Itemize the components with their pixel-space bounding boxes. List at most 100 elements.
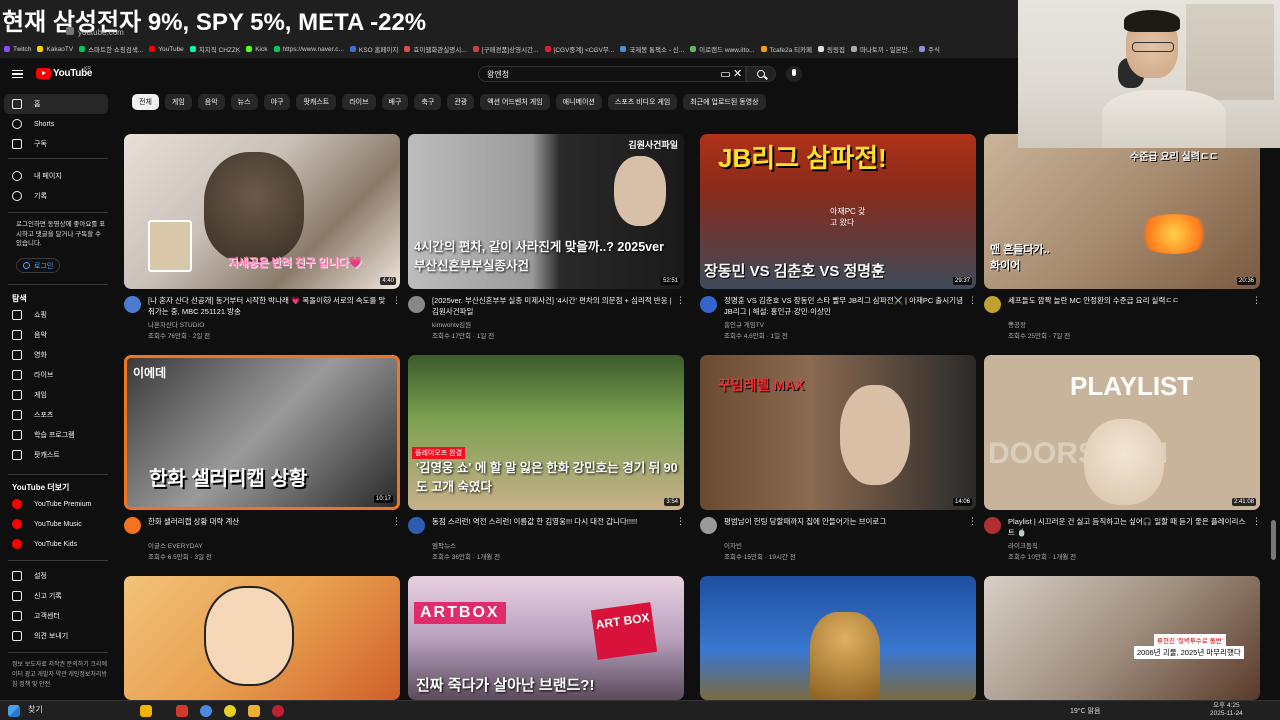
channel-avatar[interactable] [700, 517, 717, 534]
bookmark-item[interactable]: YouTube [149, 46, 184, 53]
address-bar[interactable]: youtube.com [78, 28, 124, 37]
video-thumbnail[interactable]: JB리그 삼파전! 아재PC 갖고 왔다 장동민 VS 김춘호 VS 정명훈 2… [700, 134, 976, 289]
filter-chip[interactable]: 전체 [132, 94, 159, 110]
sidebar-item-movie[interactable]: 영화 [4, 345, 108, 365]
filter-chip[interactable]: 관광 [447, 94, 475, 110]
app-icon[interactable] [176, 705, 188, 717]
more-options-icon[interactable]: ⋮ [392, 516, 401, 526]
bookmark-item[interactable]: Twitch [4, 46, 31, 53]
channel-avatar[interactable] [408, 296, 425, 313]
video-title[interactable]: [나 혼자 산다 선공개] 동거부터 시작한 박나래 💗 복돌이🐱 서로의 속도… [148, 295, 388, 317]
video-thumbnail[interactable]: 지세공은 반려 친구 입니다💗 4:40 [124, 134, 400, 289]
sidebar-item-shorts[interactable]: Shorts [4, 114, 108, 134]
video-title[interactable]: 정명훈 VS 김춘호 VS 장동민 스타 빨무 JB리그 삼파전⚔️ | 아재P… [724, 295, 964, 317]
video-thumbnail[interactable] [700, 576, 976, 700]
sidebar-item-live[interactable]: 라이브 [4, 365, 108, 385]
search-button[interactable] [746, 66, 776, 82]
more-options-icon[interactable]: ⋮ [1252, 295, 1261, 305]
bookmark-item[interactable]: 이로랜드 www.iIto... [690, 44, 755, 54]
footer-links[interactable]: 정보 보도자료 저작권 문의하기 크리에이터 광고 개발자 약관 개인정보처리방… [12, 660, 112, 702]
channel-avatar[interactable] [124, 517, 141, 534]
bookmark-item[interactable]: 마나토끼 - 일본만... [850, 44, 913, 54]
more-options-icon[interactable]: ⋮ [1252, 516, 1261, 526]
video-thumbnail[interactable]: 이에데 한화 샐러리캡 상황 10:17 [124, 355, 400, 510]
filter-chip[interactable]: 라이브 [342, 94, 376, 110]
voice-search-button[interactable] [786, 66, 802, 82]
video-thumbnail[interactable]: 수준급 요리 실력ㄷㄷ 맨 흔들다가.. 화이어 20:36 [984, 134, 1260, 289]
site-info-icon[interactable] [66, 27, 74, 35]
sidebar-item-learning[interactable]: 학습 프로그램 [4, 425, 108, 445]
bookmark-item[interactable]: https://www.naver.c... [273, 46, 344, 53]
video-thumbnail[interactable]: PLAYLIST DOORSCHTI 2:41:08 [984, 355, 1260, 510]
filter-chip[interactable]: 액션 어드벤처 게임 [480, 94, 550, 110]
bookmark-item[interactable]: KakaoTV [37, 46, 73, 53]
channel-name[interactable]: kimwontv김원 [432, 319, 471, 329]
video-thumbnail[interactable]: 류현진 '철벽투수로 돌변' 2006년 괴물, 2025년 마무리했다 [984, 576, 1260, 700]
search-input-value[interactable]: 왕엔청 [487, 69, 509, 80]
sidebar-item-settings[interactable]: 설정 [4, 566, 108, 586]
bookmark-item[interactable]: 치지직 CHZZK [189, 44, 240, 54]
video-thumbnail[interactable]: 꾸밈레벨 MAX 14:06 [700, 355, 976, 510]
more-options-icon[interactable]: ⋮ [676, 516, 685, 526]
filter-chip[interactable]: 뉴스 [230, 94, 258, 110]
login-button[interactable]: 로그인 [16, 258, 60, 273]
bookmark-item[interactable]: [CGV중계] <CGV무... [544, 44, 614, 54]
video-title[interactable]: 세프들도 깜짝 놀란 MC 안정환의 수준급 요리 실력ㄷㄷ [1008, 295, 1248, 306]
bookmark-item[interactable]: 스마트한 쇼핑검색... [79, 44, 143, 54]
channel-avatar[interactable] [124, 296, 141, 313]
bookmark-item[interactable]: 링링집 [818, 44, 845, 54]
sidebar-item-youtube-music[interactable]: YouTube Music [4, 514, 108, 534]
bookmark-item[interactable]: KSO 홈페이지 [349, 44, 398, 54]
channel-name[interactable]: 라이크듬직 [1008, 540, 1038, 550]
filter-chip[interactable]: 음악 [197, 94, 225, 110]
video-thumbnail[interactable]: 김원사건파일 4시간의 편차, 같이 사라진게 맞을까..? 2025ver 부… [408, 134, 684, 289]
sidebar-item-flag[interactable]: 신고 기록 [4, 586, 108, 606]
channel-avatar[interactable] [984, 517, 1001, 534]
channel-avatar[interactable] [408, 517, 425, 534]
filter-chip[interactable]: 애니메이션 [555, 94, 602, 110]
channel-name[interactable]: 이자빈 [724, 540, 742, 550]
weather-widget[interactable]: 19°C 맑음 [1070, 706, 1100, 716]
bookmark-item[interactable]: Tcafe2a 티카페 [760, 44, 812, 54]
sidebar-item-gaming[interactable]: 게임 [4, 385, 108, 405]
filter-chip[interactable]: 배구 [381, 94, 409, 110]
video-title[interactable]: Playlist | 시끄러운 건 싫고 듬직하고는 싶어🎧 일할 때 듣기 좋… [1008, 516, 1248, 538]
video-thumbnail[interactable]: 플레이오프 완결 '김영웅 쇼' 에 할 말 잃은 한화 강민호는 경기 뒤 9… [408, 355, 684, 510]
filter-chip[interactable]: 게임 [164, 94, 192, 110]
video-thumbnail[interactable]: ARTBOX ART BOX 진짜 죽다가 살아난 브랜드?! [408, 576, 684, 700]
menu-icon[interactable] [12, 70, 23, 78]
chrome-icon[interactable] [200, 705, 212, 717]
copilot-icon[interactable] [140, 705, 152, 717]
bookmark-item[interactable]: 효이웹화관실명시... [404, 44, 467, 54]
channel-avatar[interactable] [984, 296, 1001, 313]
video-title[interactable]: 한화 샐러리캡 상황 대략 계산 [148, 516, 388, 527]
sidebar-item-subscriptions[interactable]: 구독 [4, 134, 108, 154]
channel-name[interactable]: 이글스 EVERYDAY [148, 540, 203, 550]
taskbar-search-label[interactable]: 찾기 [28, 705, 43, 714]
filter-chip[interactable]: 축구 [414, 94, 442, 110]
filter-chip[interactable]: 스포츠 비디오 게임 [607, 94, 678, 110]
more-options-icon[interactable]: ⋮ [968, 516, 977, 526]
sidebar-item-youtube-premium[interactable]: YouTube Premium [4, 494, 108, 514]
clear-search-icon[interactable]: ✕ [733, 67, 742, 80]
sidebar-item-my-page[interactable]: 내 페이지 [4, 166, 108, 186]
sidebar-item-home[interactable]: 홈 [4, 94, 108, 114]
file-explorer-icon[interactable] [248, 705, 260, 717]
taskbar-search[interactable]: 찾기 [28, 704, 43, 715]
more-options-icon[interactable]: ⋮ [676, 295, 685, 305]
sidebar-item-sports[interactable]: 스포츠 [4, 405, 108, 425]
bookmark-item[interactable]: [구매경품]상영시간... [472, 44, 539, 54]
clock[interactable]: 오후 4:25 2025-11-24 [1210, 702, 1243, 718]
obs-icon[interactable] [272, 705, 284, 717]
channel-name[interactable]: 홍인규 게임TV [724, 319, 764, 329]
search-input[interactable]: 왕엔청 ✕ [478, 66, 746, 82]
sidebar-item-podcast[interactable]: 팟캐스트 [4, 445, 108, 465]
sidebar-item-help[interactable]: 고객센터 [4, 606, 108, 626]
video-thumbnail[interactable] [124, 576, 400, 700]
channel-name[interactable]: 뽕공장 [1008, 319, 1026, 329]
bookmark-item[interactable]: 주식 [919, 44, 940, 54]
app-icon[interactable] [224, 705, 236, 717]
bookmark-item[interactable]: Kick [246, 46, 268, 53]
sidebar-item-youtube-kids[interactable]: YouTube Kids [4, 534, 108, 554]
windows-start-icon[interactable] [8, 705, 20, 717]
